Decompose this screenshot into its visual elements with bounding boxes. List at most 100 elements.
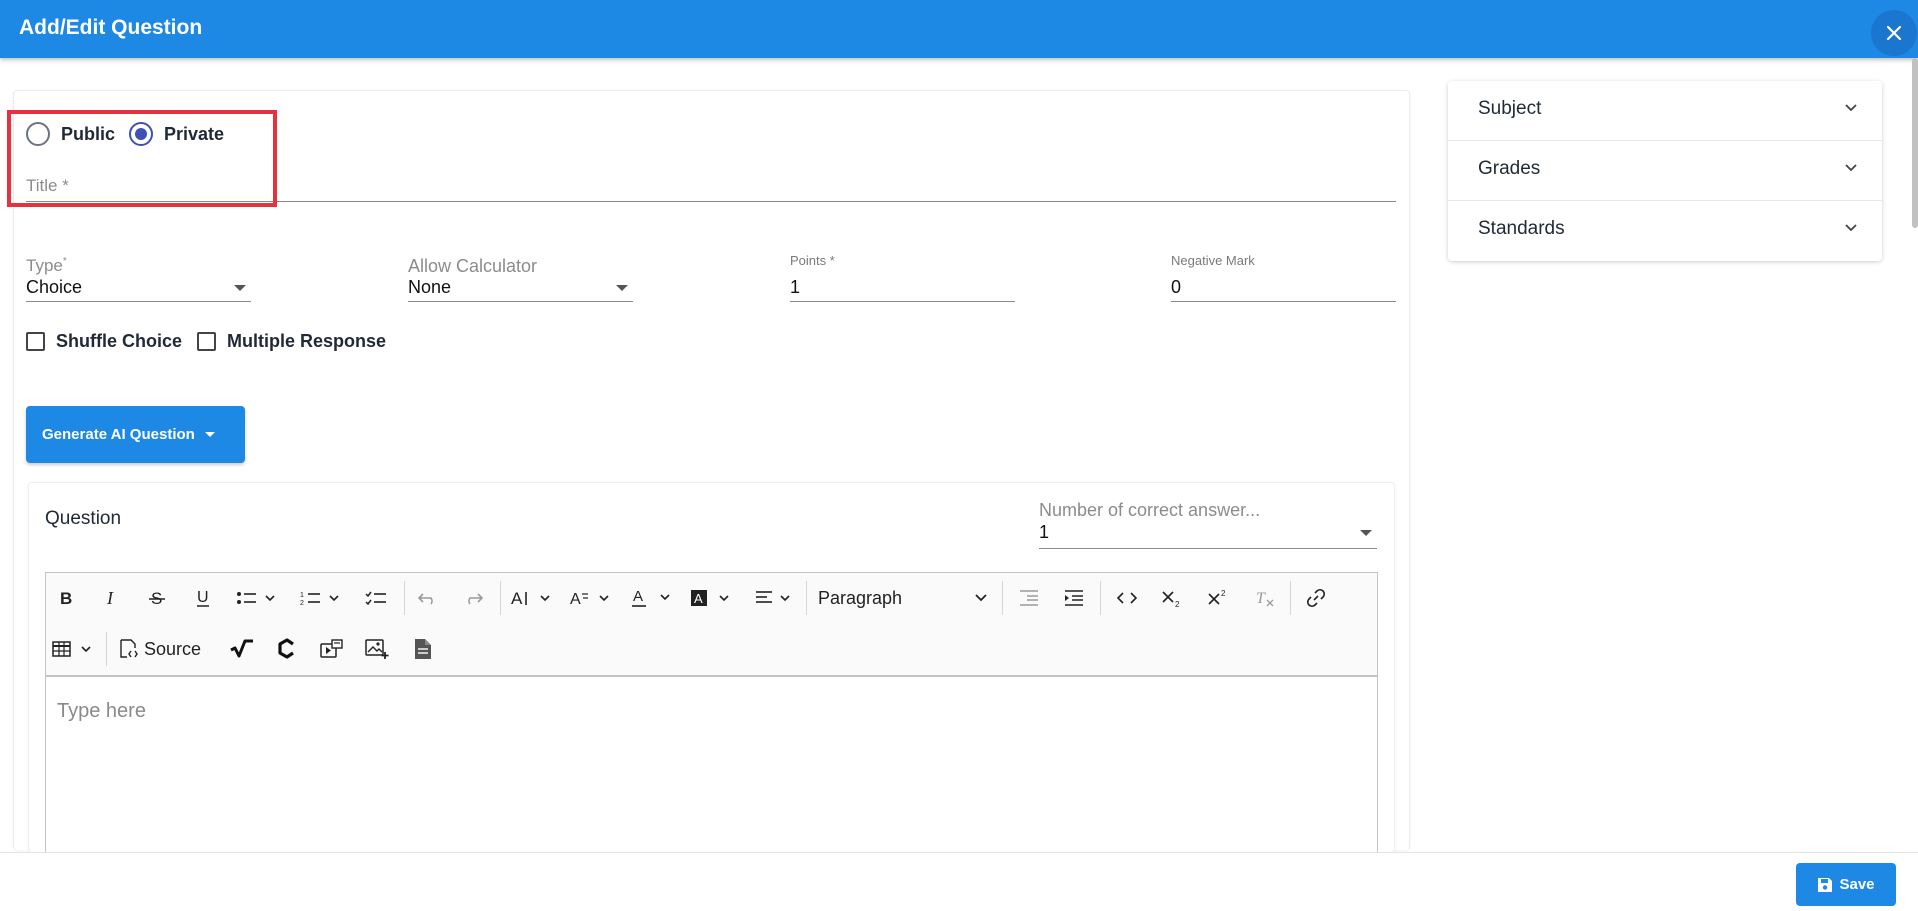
font-color-button[interactable]: A [630,586,676,610]
standards-accordion[interactable]: Standards [1448,201,1882,261]
text-alignment-button[interactable] [754,586,800,610]
save-label: Save [1839,876,1875,893]
svg-text:T: T [1256,590,1266,607]
correct-answers-value[interactable]: 1 [1039,522,1049,543]
chevron-down-icon [975,594,987,602]
bulleted-list-icon [237,592,275,604]
toolbar-divider [1002,581,1003,615]
svg-text:A: A [633,588,643,605]
subscript-button[interactable]: 2 [1160,586,1186,610]
svg-text:A: A [570,591,581,607]
multiple-response-checkbox[interactable] [197,332,216,351]
correct-answers-label: Number of correct answer... [1039,500,1261,520]
numbered-list-button[interactable]: 12 [298,586,346,610]
indent-button[interactable] [1061,586,1087,610]
image-upload-icon [365,639,389,659]
close-button[interactable] [1871,10,1917,56]
generate-ai-question-button[interactable]: Generate AI Question [26,406,245,463]
strikethrough-icon: S [149,589,165,607]
strikethrough-button[interactable]: S [145,586,169,610]
svg-text:2: 2 [1221,589,1226,598]
svg-text:U: U [197,589,209,606]
type-dropdown-icon[interactable] [234,285,246,291]
insert-document-button[interactable] [410,636,436,662]
grades-accordion[interactable]: Grades [1448,141,1882,201]
scrollbar[interactable] [1912,58,1918,228]
link-icon [1306,588,1326,608]
correct-answers-select[interactable] [1039,548,1377,549]
code-button[interactable] [1114,586,1140,610]
correct-answers-dropdown-icon[interactable] [1360,530,1372,536]
save-button[interactable]: Save [1796,863,1896,906]
table-icon [52,641,91,657]
undo-button[interactable] [416,586,440,610]
points-input[interactable] [790,301,1015,302]
allow-calculator-dropdown-icon[interactable] [616,285,628,291]
save-icon [1818,877,1833,892]
bulleted-list-button[interactable] [234,586,282,610]
paragraph-format-dropdown[interactable]: Paragraph [818,586,988,610]
insert-table-button[interactable] [51,637,97,661]
remove-format-button[interactable]: T [1252,586,1278,610]
subscript-icon: 2 [1162,591,1180,607]
close-icon [1886,25,1902,41]
grades-accordion-label: Grades [1478,158,1541,179]
todo-list-button[interactable] [364,586,388,610]
highlight-color-icon: A [691,590,729,606]
allow-calculator-value[interactable]: None [408,277,451,298]
font-family-button[interactable]: A [569,586,615,610]
align-left-icon [756,591,790,603]
font-background-color-button[interactable]: A [689,586,735,610]
todo-list-icon [365,591,386,606]
standards-accordion-label: Standards [1478,218,1565,239]
type-select[interactable] [26,301,251,302]
svg-text:A: A [511,589,523,607]
italic-button[interactable]: I [99,586,123,610]
insert-image-button[interactable] [364,636,390,662]
svg-text:2: 2 [1175,600,1180,607]
svg-text:B: B [60,589,72,607]
source-button[interactable]: Source [118,636,208,662]
type-select-value[interactable]: Choice [26,277,82,298]
negative-mark-input[interactable] [1171,301,1396,302]
toolbar-divider [500,581,501,615]
dialog-title: Add/Edit Question [19,16,203,39]
shuffle-choice-checkbox[interactable] [26,332,45,351]
font-size-icon: A [511,589,550,607]
outdent-button[interactable] [1016,586,1042,610]
insert-media-button[interactable] [319,636,345,662]
svg-text:1: 1 [300,592,304,599]
link-button[interactable] [1303,586,1329,610]
negative-mark-value[interactable]: 0 [1171,277,1181,298]
underline-icon: U [197,589,209,607]
math-equation-button[interactable] [229,636,255,662]
underline-button[interactable]: U [191,586,215,610]
points-value[interactable]: 1 [790,277,800,298]
font-family-icon: A [570,591,609,607]
svg-text:S: S [151,589,162,607]
square-root-icon [230,639,253,658]
caret-down-icon [204,432,215,437]
subject-accordion[interactable]: Subject [1448,81,1882,141]
generate-ai-question-label: Generate AI Question [42,426,195,443]
highlight-annotation [7,110,277,207]
code-icon [1117,592,1137,604]
question-editor[interactable] [45,676,1378,856]
toolbar-divider [106,632,107,666]
allow-calculator-select[interactable] [408,301,633,302]
chemistry-button[interactable] [274,636,300,662]
type-label: Type* [26,256,67,275]
bold-button[interactable]: B [54,586,78,610]
redo-button[interactable] [461,586,485,610]
chevron-down-icon [1845,224,1857,232]
chevron-down-icon [1845,104,1857,112]
multiple-response-label: Multiple Response [227,331,387,351]
chemistry-icon [278,638,294,659]
svg-text:A: A [694,591,703,606]
undo-icon [418,593,433,605]
bold-icon: B [60,589,72,607]
outdent-icon [1020,590,1038,606]
italic-icon: I [106,589,114,607]
font-size-button[interactable]: A [510,586,556,610]
superscript-button[interactable]: 2 [1206,586,1232,610]
